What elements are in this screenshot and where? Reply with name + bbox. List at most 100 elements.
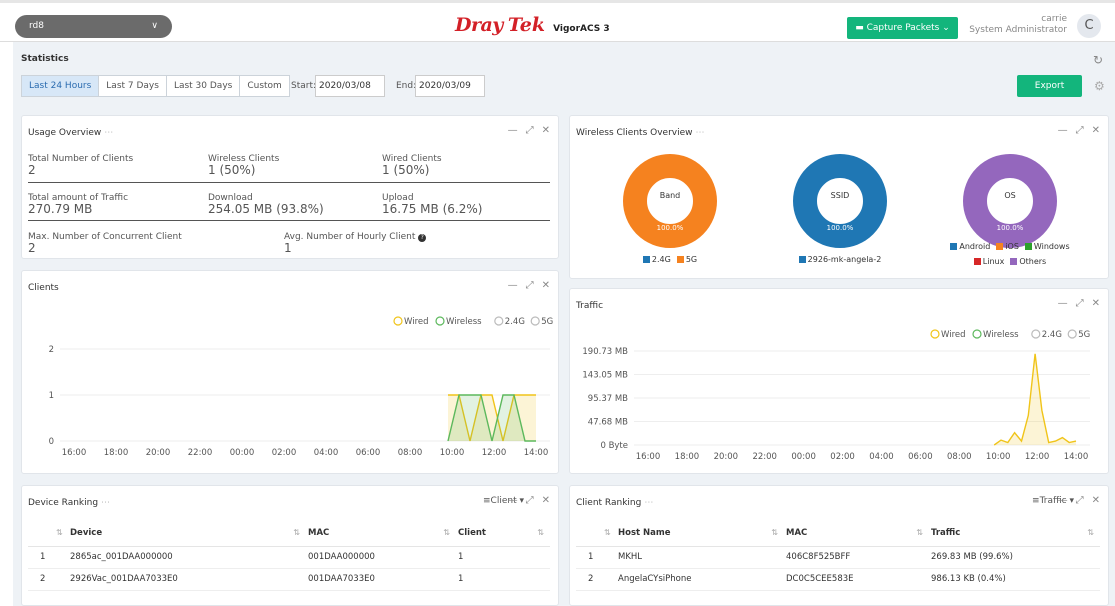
device-ranking-panel: Device Ranking ⋯ ≡Client ▾ — ⤢ ✕ ⇅ Device… [21,485,559,606]
x-tick-label: 02:00 [272,448,297,458]
minimize-icon[interactable]: — [1058,125,1068,136]
tab-last-7-days[interactable]: Last 7 Days [99,76,167,96]
col-traffic[interactable]: Traffic ⇅ [923,520,1100,547]
user-role: System Administrator [969,25,1067,35]
table-row[interactable]: 1 2865ac_001DAA000000 001DAA000000 1 [28,546,550,569]
x-tick-label: 14:00 [1064,452,1089,462]
expand-icon[interactable]: ⤢ [1076,495,1084,506]
legend-item[interactable]: 2.4G [642,255,671,264]
expand-icon[interactable]: ⤢ [526,125,534,136]
panel-title: Wireless Clients Overview ⋯ [576,128,705,138]
user-info[interactable]: carrie System Administrator [969,14,1067,36]
donut-percent: 100.0% [997,224,1024,232]
x-tick-label: 06:00 [356,448,381,458]
legend-label: 5G [541,317,553,327]
close-icon[interactable]: ✕ [542,495,550,506]
legend-item[interactable]: Windows [1024,242,1070,251]
loading-icon: ⋯ [644,498,654,508]
y-tick-label: 0 Byte [600,441,628,451]
end-date-input[interactable]: 2020/03/09 [415,75,485,97]
col-device[interactable]: Device ⇅ [70,520,300,547]
download-stat: Download 254.05 MB (93.8%) [208,193,324,216]
chevron-down-icon: ⌄ [942,23,950,33]
legend-item[interactable]: Others [1010,257,1046,266]
legend-label: Wireless [446,317,482,327]
panel-controls: — ⤢ ✕ [1058,495,1100,506]
range-tabs: Last 24 Hours Last 7 Days Last 30 Days C… [21,75,290,97]
avg-hourly-stat: Avg. Number of Hourly Client ? 1 [284,232,427,255]
sort-icon[interactable]: ⇅ [28,520,70,547]
device-ranking-table: ⇅ Device ⇅ MAC ⇅ Client ⇅ 1 2865ac_001DAA00… [28,520,550,591]
donut-label: Band [660,191,681,200]
avatar[interactable]: C [1077,14,1101,38]
legend-label: Wired [404,317,429,327]
sort-icon[interactable]: ⇅ [576,520,618,547]
donut-percent: 100.0% [657,224,684,232]
x-tick-label: 18:00 [104,448,129,458]
donut-band[interactable]: Band 100.0% [615,154,725,249]
camera-icon: ▬ [855,23,864,33]
minimize-icon[interactable]: — [1058,495,1068,506]
panel-title: Usage Overview ⋯ [28,128,114,138]
expand-icon[interactable]: ⤢ [1076,125,1084,136]
col-host-name[interactable]: Host Name ⇅ [618,520,778,547]
legend-item[interactable]: Linux [973,257,1004,266]
legend-label: Wireless [983,330,1019,340]
legend-marker [930,329,940,339]
upload-stat: Upload 16.75 MB (6.2%) [382,193,483,216]
total-traffic-stat: Total amount of Traffic 270.79 MB [28,193,129,216]
chevron-down-icon: ∨ [151,21,158,31]
y-tick-label: 0 [49,437,54,447]
client-ranking-panel: Client Ranking ⋯ ≡Traffic ▾ — ⤢ ✕ ⇅ Host … [569,485,1109,606]
brand-tek: Tek [507,14,546,36]
capture-packets-button[interactable]: ▬ Capture Packets ⌄ [847,17,958,39]
panel-controls: — ⤢ ✕ [508,125,550,136]
legend-item[interactable]: Android [950,242,990,251]
col-client[interactable]: Client ⇅ [450,520,550,547]
tab-last-24-hours[interactable]: Last 24 Hours [22,76,100,96]
legend-label: 2.4G [505,317,525,327]
legend-item[interactable]: 2926-mk-angela-2 [798,255,881,264]
wireless-clients-stat: Wireless Clients 1 (50%) [208,154,280,177]
col-mac[interactable]: MAC ⇅ [778,520,923,547]
traffic-chart: Wired Wireless 2.4G 5G 190.73 MB 143.05 MB 95.… [582,329,1090,462]
col-mac[interactable]: MAC ⇅ [300,520,450,547]
site-selector[interactable]: rd8 ∨ [15,15,172,38]
clients-chart: Wired Wireless 2.4G 5G 2 1 0 16:00 18:00 20:00 22:… [49,316,553,458]
loading-icon: ⋯ [101,498,111,508]
table-row[interactable]: 2 2926Vac_001DAA7033E0 001DAA7033E0 1 [28,568,550,591]
donut-os[interactable]: OS 100.0% [955,154,1065,249]
legend-item[interactable]: iOS [996,242,1019,251]
refresh-icon[interactable]: ↻ [1093,53,1103,67]
table-row[interactable]: 1 MKHL 406C8F525BFF 269.83 MB (99.6%) [576,546,1100,569]
x-tick-label: 10:00 [986,452,1011,462]
y-tick-label: 95.37 MB [588,394,628,404]
start-date-input[interactable]: 2020/03/08 [315,75,385,97]
minimize-icon[interactable]: — [508,125,518,136]
divider [28,220,550,221]
x-tick-label: 20:00 [714,452,739,462]
username: carrie [1041,14,1067,24]
donut-legend: Android iOS Windows Linux Others [935,242,1085,266]
table-header: ⇅ Device ⇅ MAC ⇅ Client ⇅ [28,520,550,547]
legend-marker [530,316,540,326]
donut-legend: 2926-mk-angela-2 [765,255,915,264]
close-icon[interactable]: ✕ [1092,125,1100,136]
loading-icon: ⋯ [104,128,114,138]
legend-item[interactable]: 5G [676,255,697,264]
export-button[interactable]: Export [1017,75,1082,97]
tab-custom[interactable]: Custom [240,76,288,96]
y-tick-label: 143.05 MB [582,371,628,381]
minimize-icon[interactable]: — [508,495,518,506]
close-icon[interactable]: ✕ [1092,495,1100,506]
x-tick-label: 12:00 [482,448,507,458]
donut-label: SSID [831,191,850,200]
help-icon: ? [418,234,427,242]
expand-icon[interactable]: ⤢ [526,495,534,506]
table-row[interactable]: 2 AngelaCYsiPhone DC0C5CEE583E 986.13 KB… [576,568,1100,591]
tab-last-30-days[interactable]: Last 30 Days [167,76,241,96]
donut-ssid[interactable]: SSID 100.0% [785,154,895,249]
close-icon[interactable]: ✕ [542,125,550,136]
gear-icon[interactable]: ⚙ [1094,79,1105,93]
legend-label: Wired [941,330,966,340]
